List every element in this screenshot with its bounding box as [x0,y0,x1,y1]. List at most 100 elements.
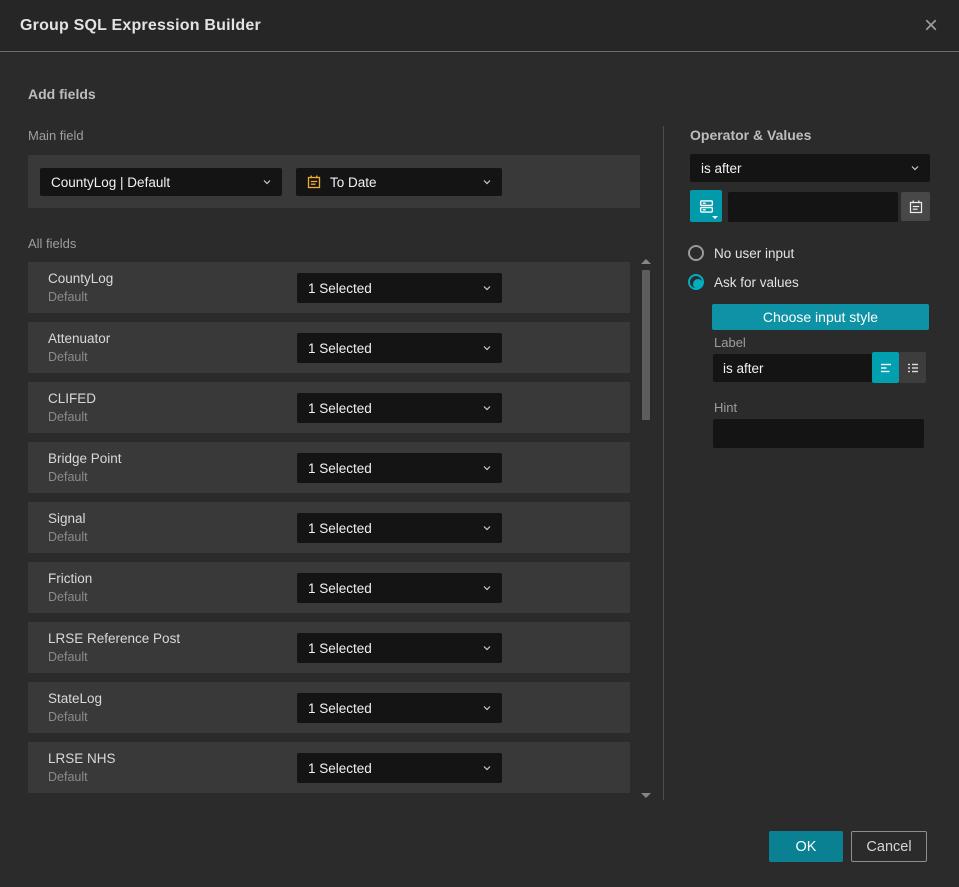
chevron-down-icon [483,766,491,771]
radio-circle-icon [688,274,704,290]
field-selection-value: 1 Selected [308,400,372,416]
radio-circle-icon [688,245,704,261]
panel-divider [663,126,664,800]
field-selection-dropdown[interactable]: 1 Selected [297,453,502,483]
chevron-down-icon [483,526,491,531]
field-alias: Default [48,590,88,604]
calendar-icon [909,200,922,213]
field-name: CountyLog [48,271,114,286]
hint-input[interactable] [713,419,924,448]
field-selection-dropdown[interactable]: 1 Selected [297,393,502,423]
field-name: StateLog [48,691,103,706]
chevron-down-icon [483,466,491,471]
field-alias: Default [48,470,88,484]
field-row: Attenuator Default 1 Selected [28,322,630,373]
date-field-dropdown-value: To Date [330,174,377,190]
radio-no-user-input[interactable]: No user input [688,245,794,261]
dialog-titlebar: Group SQL Expression Builder × [0,0,959,52]
calendar-icon [307,175,321,189]
field-row: CLIFED Default 1 Selected [28,382,630,433]
field-selection-value: 1 Selected [308,580,372,596]
operator-dropdown[interactable]: is after [690,154,930,182]
field-selection-value: 1 Selected [308,760,372,776]
list-input-style-button[interactable] [899,352,926,383]
field-alias: Default [48,410,88,424]
field-row: Signal Default 1 Selected [28,502,630,553]
chevron-down-icon [483,646,491,651]
field-selection-dropdown[interactable]: 1 Selected [297,753,502,783]
field-selection-value: 1 Selected [308,640,372,656]
mini-dropdown-arrow-icon [712,216,718,219]
radio-ask-for-values[interactable]: Ask for values [688,274,799,290]
field-selection-value: 1 Selected [308,700,372,716]
add-fields-heading: Add fields [28,86,96,102]
main-field-dropdown[interactable]: CountyLog | Default [40,168,282,196]
scrollbar-thumb[interactable] [642,270,650,420]
field-name: Signal [48,511,86,526]
value-source-button[interactable] [690,190,722,222]
date-field-dropdown[interactable]: To Date [296,168,502,196]
field-alias: Default [48,290,88,304]
operator-dropdown-value: is after [701,160,742,176]
field-row: StateLog Default 1 Selected [28,682,630,733]
close-icon[interactable]: × [915,10,947,42]
field-selection-value: 1 Selected [308,520,372,536]
scrollbar-down-arrow[interactable] [641,793,651,798]
chevron-down-icon [263,180,271,185]
field-selection-dropdown[interactable]: 1 Selected [297,573,502,603]
single-input-style-button[interactable] [872,352,899,383]
radio-label: No user input [714,245,795,261]
chevron-down-icon [911,166,919,171]
label-label: Label [714,335,746,350]
field-alias: Default [48,350,88,364]
field-row: Bridge Point Default 1 Selected [28,442,630,493]
chevron-down-icon [483,286,491,291]
main-field-row: CountyLog | Default To Date [28,155,640,208]
ok-button[interactable]: OK [769,831,843,862]
field-alias: Default [48,710,88,724]
field-selection-dropdown[interactable]: 1 Selected [297,333,502,363]
field-name: Friction [48,571,93,586]
field-row: CountyLog Default 1 Selected [28,262,630,313]
field-name: Attenuator [48,331,111,346]
scrollbar-up-arrow[interactable] [641,259,651,264]
chevron-down-icon [483,346,491,351]
cancel-button[interactable]: Cancel [851,831,927,862]
list-icon [907,363,918,372]
chevron-down-icon [483,586,491,591]
field-row: LRSE NHS Default 1 Selected [28,742,630,793]
choose-input-style-button[interactable]: Choose input style [712,304,929,330]
align-left-icon [880,363,891,372]
main-field-dropdown-value: CountyLog | Default [51,174,171,190]
chevron-down-icon [483,706,491,711]
field-selection-dropdown[interactable]: 1 Selected [297,693,502,723]
stacked-values-icon [699,199,713,213]
field-row: LRSE Reference Post Default 1 Selected [28,622,630,673]
fields-list: CountyLog Default 1 Selected Attenuator Defa… [28,262,630,802]
dialog-title: Group SQL Expression Builder [20,16,261,34]
field-selection-value: 1 Selected [308,340,372,356]
operator-values-heading: Operator & Values [690,127,812,143]
chevron-down-icon [483,406,491,411]
field-name: LRSE NHS [48,751,116,766]
chevron-down-icon [483,180,491,185]
date-picker-button[interactable] [901,192,930,221]
field-name: Bridge Point [48,451,122,466]
value-input[interactable] [728,192,898,222]
main-field-label: Main field [28,128,84,143]
field-row: Friction Default 1 Selected [28,562,630,613]
field-alias: Default [48,770,88,784]
field-name: LRSE Reference Post [48,631,181,646]
field-alias: Default [48,530,88,544]
field-selection-value: 1 Selected [308,460,372,476]
field-selection-value: 1 Selected [308,280,372,296]
radio-label: Ask for values [714,274,799,290]
all-fields-label: All fields [28,236,77,251]
field-alias: Default [48,650,88,664]
field-selection-dropdown[interactable]: 1 Selected [297,273,502,303]
label-input[interactable] [713,354,872,382]
hint-label: Hint [714,400,738,415]
field-selection-dropdown[interactable]: 1 Selected [297,633,502,663]
field-name: CLIFED [48,391,97,406]
field-selection-dropdown[interactable]: 1 Selected [297,513,502,543]
